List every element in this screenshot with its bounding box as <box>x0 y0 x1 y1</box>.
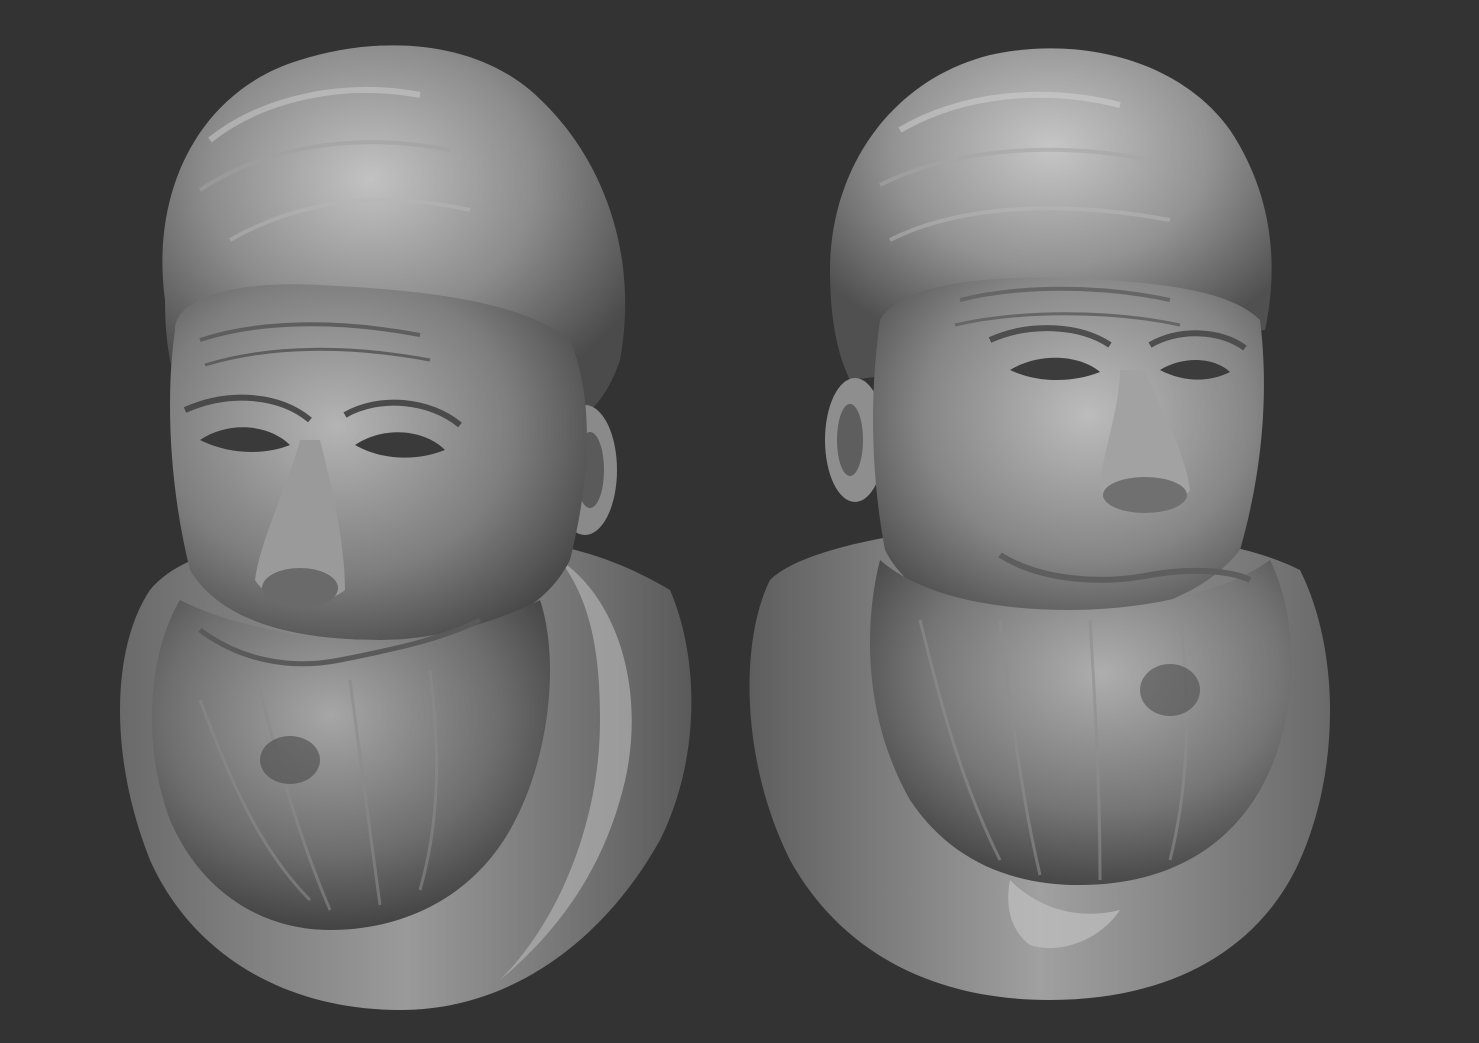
sculpt-render <box>120 45 1330 1010</box>
bust-right <box>749 48 1330 1000</box>
face-left <box>170 284 587 640</box>
viewport <box>0 0 1479 1043</box>
bust-left <box>120 45 692 1010</box>
